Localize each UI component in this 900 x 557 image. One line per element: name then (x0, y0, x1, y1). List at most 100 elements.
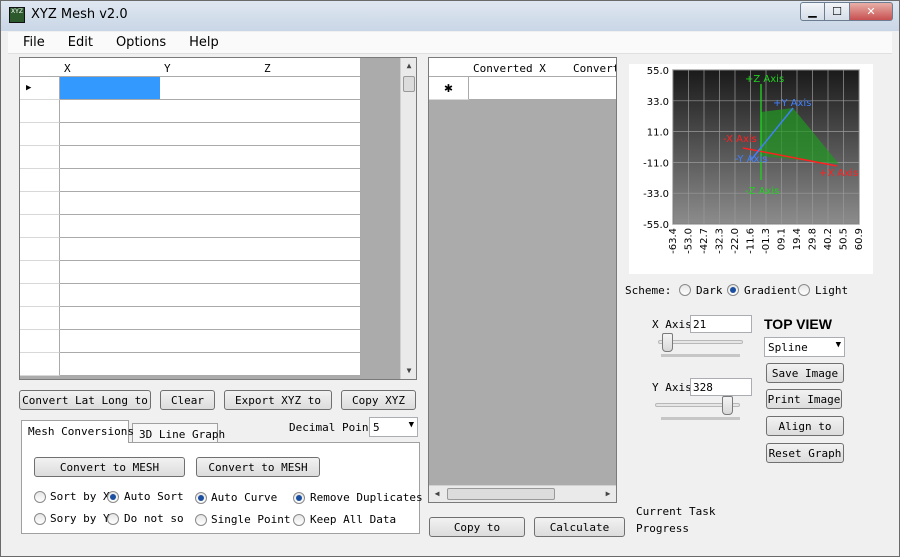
menu-options[interactable]: Options (101, 32, 174, 53)
calculate-button[interactable]: Calculate (534, 517, 625, 537)
single-point-radio[interactable] (195, 514, 207, 526)
row-header[interactable] (20, 284, 60, 307)
grid-cell[interactable] (60, 192, 161, 215)
row-header[interactable] (20, 238, 60, 261)
grid-cell[interactable] (569, 77, 616, 100)
column-header-converted[interactable]: Convert (569, 58, 616, 77)
align-to-button[interactable]: Align to (766, 416, 844, 436)
y-axis-slider-thumb[interactable] (722, 396, 734, 415)
output-grid-hscrollbar[interactable]: ◀ ▶ (429, 485, 616, 502)
grid-cell[interactable] (260, 284, 361, 307)
scheme-gradient-radio[interactable] (727, 284, 739, 296)
grid-cell[interactable] (60, 77, 161, 100)
grid-cell[interactable] (160, 307, 261, 330)
grid-cell[interactable] (60, 123, 161, 146)
row-header[interactable] (20, 146, 60, 169)
row-header[interactable] (20, 330, 60, 353)
grid-cell[interactable] (160, 123, 261, 146)
grid-cell[interactable] (60, 215, 161, 238)
grid-cell[interactable] (60, 330, 161, 353)
remove-duplicates-radio[interactable] (293, 492, 305, 504)
column-header-y[interactable]: Y (160, 58, 261, 77)
print-image-button[interactable]: Print Image (766, 389, 842, 409)
grid-cell[interactable] (260, 169, 361, 192)
interpolation-select[interactable]: Spline ▼ (764, 337, 845, 357)
column-header-z[interactable]: Z (260, 58, 361, 77)
do-not-sort-radio[interactable] (107, 513, 119, 525)
convert-to-mesh-button-2[interactable]: Convert to MESH (196, 457, 320, 477)
grid-cell[interactable] (260, 100, 361, 123)
auto-curve-radio[interactable] (195, 492, 207, 504)
grid-cell[interactable] (260, 261, 361, 284)
menu-help[interactable]: Help (174, 32, 227, 53)
grid-cell[interactable] (160, 146, 261, 169)
maximize-button[interactable]: ☐ (825, 2, 850, 21)
grid-cell[interactable] (160, 261, 261, 284)
scheme-light-radio[interactable] (798, 284, 810, 296)
input-grid-scrollbar[interactable]: ▲ ▼ (400, 58, 416, 379)
row-header[interactable] (20, 100, 60, 123)
grid-cell[interactable] (260, 353, 361, 376)
grid-cell[interactable] (60, 100, 161, 123)
copy-xyz-button[interactable]: Copy XYZ (341, 390, 416, 410)
row-header[interactable] (20, 261, 60, 284)
grid-cell[interactable] (469, 77, 570, 100)
row-header[interactable] (20, 192, 60, 215)
auto-sort-radio[interactable] (107, 491, 119, 503)
minimize-button[interactable]: ▁ (800, 2, 825, 21)
grid-cell[interactable] (160, 169, 261, 192)
grid-cell[interactable] (160, 238, 261, 261)
grid-cell[interactable] (260, 238, 361, 261)
grid-cell[interactable] (60, 261, 161, 284)
scheme-dark-radio[interactable] (679, 284, 691, 296)
title-bar[interactable]: XYZ XYZ Mesh v2.0 ▁ ☐ ✕ (1, 1, 899, 31)
sort-by-y-radio[interactable] (34, 513, 46, 525)
x-axis-slider-thumb[interactable] (661, 333, 673, 352)
copy-to-button[interactable]: Copy to (429, 517, 525, 537)
grid-cell[interactable] (160, 353, 261, 376)
grid-cell[interactable] (60, 353, 161, 376)
row-header[interactable] (20, 215, 60, 238)
sort-by-x-radio[interactable] (34, 491, 46, 503)
grid-cell[interactable] (260, 77, 361, 100)
xyz-input-grid[interactable]: X Y Z ▲ ▼ ▶ (19, 57, 417, 380)
3d-axis-chart[interactable]: 55.0 33.0 11.0 -11.0 -33.0 -55.0 -63.4 -53.0 -42… (629, 64, 873, 274)
grid-cell[interactable] (260, 146, 361, 169)
menu-file[interactable]: File (8, 32, 53, 53)
decimal-point-select[interactable]: 5 ▼ (369, 417, 418, 437)
grid-cell[interactable] (60, 284, 161, 307)
save-image-button[interactable]: Save Image (766, 363, 844, 383)
grid-cell[interactable] (160, 77, 261, 100)
scroll-thumb[interactable] (447, 488, 555, 500)
grid-cell[interactable] (260, 307, 361, 330)
grid-cell[interactable] (160, 284, 261, 307)
tab-3d-line-graph[interactable]: 3D Line Graph (132, 423, 225, 444)
grid-cell[interactable] (60, 238, 161, 261)
menu-edit[interactable]: Edit (53, 32, 101, 53)
grid-cell[interactable] (160, 215, 261, 238)
convert-lat-long-button[interactable]: Convert Lat Long to (19, 390, 151, 410)
grid-cell[interactable] (260, 123, 361, 146)
reset-graph-button[interactable]: Reset Graph (766, 443, 844, 463)
export-xyz-button[interactable]: Export XYZ to (224, 390, 332, 410)
grid-cell[interactable] (260, 330, 361, 353)
grid-cell[interactable] (60, 169, 161, 192)
grid-cell[interactable] (160, 192, 261, 215)
row-header[interactable] (20, 353, 60, 376)
grid-cell[interactable] (160, 330, 261, 353)
grid-cell[interactable] (260, 215, 361, 238)
column-header-converted-x[interactable]: Converted X (469, 58, 570, 77)
column-header-x[interactable]: X (60, 58, 161, 77)
scroll-left-icon[interactable]: ◀ (429, 486, 445, 502)
scroll-down-icon[interactable]: ▼ (401, 363, 416, 379)
close-button[interactable]: ✕ (850, 2, 893, 21)
scroll-thumb[interactable] (403, 76, 415, 92)
row-header[interactable] (20, 169, 60, 192)
row-header[interactable]: ▶ (20, 77, 60, 100)
row-header[interactable] (20, 307, 60, 330)
clear-button[interactable]: Clear (160, 390, 215, 410)
x-axis-input[interactable]: 21 (690, 315, 752, 333)
convert-to-mesh-button-1[interactable]: Convert to MESH (34, 457, 185, 477)
grid-cell[interactable] (60, 146, 161, 169)
grid-cell[interactable] (160, 100, 261, 123)
